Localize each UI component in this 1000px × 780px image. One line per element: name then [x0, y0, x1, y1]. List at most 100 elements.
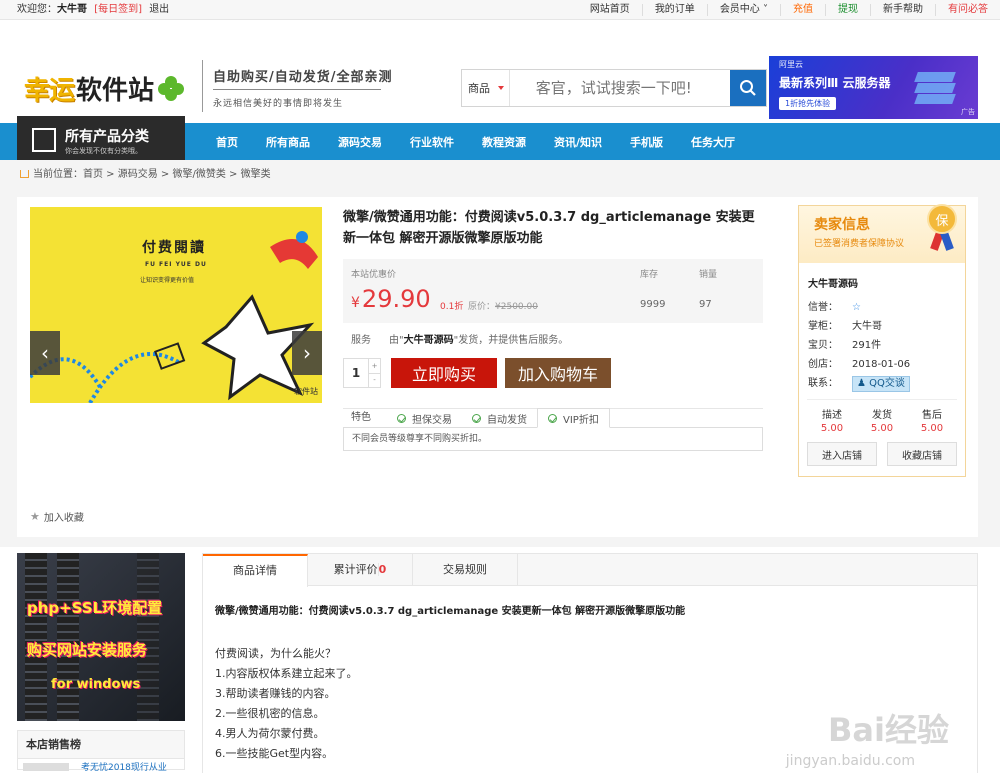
score-value: 5.00 — [920, 423, 944, 434]
row-key: 信誉： — [808, 302, 838, 313]
site-logo[interactable]: 幸运 软件站 — [24, 70, 185, 107]
seller-rows: 信誉： ☆ 掌柜： 大牛哥 宝贝： 291件 创店： 2018-01-06 联系： ♟ Q… — [799, 298, 965, 393]
server-rack-graphic — [57, 553, 79, 721]
tab-reviews[interactable]: 累计评价0 — [308, 554, 413, 585]
link-recharge[interactable]: 充值 — [780, 4, 825, 16]
link-home[interactable]: 网站首页 — [578, 4, 642, 16]
product-info: 微擎/微赞通用功能：付费阅读v5.0.3.7 dg_articlemanage … — [343, 207, 763, 451]
logout-link[interactable]: 退出 — [149, 4, 169, 15]
all-categories[interactable]: 所有产品分类 你会发现不仅有分类哦。 — [17, 116, 185, 160]
search-input[interactable] — [509, 70, 730, 106]
top-bar: 欢迎您：大牛哥 [每日签到] 退出 网站首页 我的订单 会员中心 ˅ 充值 提现… — [0, 0, 1000, 20]
feature-escrow[interactable]: 担保交易 — [387, 408, 462, 428]
baidu-watermark-url: jingyan.baidu.com — [785, 753, 915, 769]
home-icon — [20, 170, 29, 178]
quantity-stepper[interactable]: 1 + - — [343, 358, 381, 388]
chevron-right-icon: › — [303, 341, 311, 365]
search-category-select[interactable]: 商品 — [462, 70, 510, 106]
ad-brand: 阿里云 — [779, 60, 803, 69]
nav-mobile[interactable]: 手机版 — [630, 134, 663, 150]
logo-part1: 幸运 — [24, 76, 75, 106]
add-to-cart-button[interactable]: 加入购物车 — [505, 358, 611, 388]
nav-source-code[interactable]: 源码交易 — [338, 134, 382, 150]
feature-vip[interactable]: VIP折扣 — [537, 408, 610, 428]
row-key: 掌柜： — [808, 321, 838, 332]
nav-all-products[interactable]: 所有商品 — [266, 134, 310, 150]
qq-icon: ♟ — [857, 378, 870, 389]
nav-industry-software[interactable]: 行业软件 — [410, 134, 454, 150]
link-orders[interactable]: 我的订单 — [641, 4, 707, 16]
nav-list: 首页 所有商品 源码交易 行业软件 教程资源 资讯/知识 手机版 任务大厅 — [202, 123, 749, 160]
price: ¥29.90 — [351, 285, 431, 313]
detail-line: 1.内容版权体系建立起来了。 — [215, 667, 358, 680]
hot-item[interactable]: 考无忧2018现行从业 — [17, 760, 167, 773]
original-price: 原价：¥2500.00 — [468, 299, 538, 312]
sales-label: 销量 — [699, 270, 718, 280]
score-label: 售后 — [921, 410, 942, 421]
clover-icon — [158, 75, 185, 102]
all-categories-title: 所有产品分类 — [65, 129, 149, 145]
service-info: 服务 由"大牛哥源码"发货，并提供售后服务。 — [343, 331, 763, 346]
seller-scores: 描述 5.00 发货 5.00 售后 5.00 — [807, 399, 957, 434]
nav-news[interactable]: 资讯/知识 — [554, 134, 602, 150]
link-withdraw[interactable]: 提现 — [825, 4, 870, 16]
seller-buttons: 进入店铺 收藏店铺 — [807, 442, 957, 466]
breadcrumb: 当前位置：首页 > 源码交易 > 微擎/微赞类 > 微擎类 — [0, 160, 1000, 190]
top-links: 网站首页 我的订单 会员中心 ˅ 充值 提现 新手帮助 有问必答 — [578, 0, 1000, 16]
ad-promo: 1折抢先体验 — [779, 97, 837, 110]
feature-description: 不同会员等级尊享不同购买折扣。 — [343, 427, 763, 451]
plus-icon[interactable]: + — [369, 359, 380, 374]
link-member[interactable]: 会员中心 ˅ — [706, 4, 780, 16]
stock-label: 库存 — [640, 270, 659, 280]
minus-icon[interactable]: - — [369, 374, 380, 388]
qq-chat-button[interactable]: ♟ QQ交谈 — [852, 376, 910, 392]
prev-image-button[interactable]: ‹ — [30, 331, 60, 375]
product-panel: 付费閱讀 FU FEI YUE DU 让知识变得更有价值 ‹ › 软件站 微擎/… — [17, 197, 978, 537]
seller-row-owner: 掌柜： 大牛哥 — [799, 317, 965, 336]
ad-banner[interactable]: 阿里云 最新系列Ⅲ 云服务器 1折抢先体验 广告 — [769, 56, 978, 119]
tab-details[interactable]: 商品详情 — [203, 554, 308, 587]
search-button[interactable] — [729, 70, 766, 106]
next-image-button[interactable]: › — [292, 331, 322, 375]
nav-task-hall[interactable]: 任务大厅 — [691, 134, 735, 150]
nav-home[interactable]: 首页 — [216, 134, 238, 150]
logo-part2: 软件站 — [76, 76, 155, 106]
product-title: 微擎/微赞通用功能：付费阅读v5.0.3.7 dg_articlemanage … — [343, 210, 755, 246]
score-value: 5.00 — [870, 423, 894, 434]
row-key: 宝贝： — [808, 340, 838, 351]
favorite-label: 加入收藏 — [43, 513, 84, 524]
seller-header: 卖家信息 已签署消费者保障协议 保 — [799, 204, 965, 263]
link-help[interactable]: 新手帮助 — [870, 4, 935, 16]
server-rack-graphic — [25, 553, 47, 721]
service-shop[interactable]: 大牛哥源码 — [404, 335, 454, 346]
price-value: 29.90 — [361, 285, 431, 313]
server-graphic — [914, 68, 956, 106]
feature-escrow-label: 担保交易 — [412, 414, 452, 426]
collect-shop-button[interactable]: 收藏店铺 — [887, 442, 957, 466]
feature-auto-ship[interactable]: 自动发货 — [462, 408, 537, 428]
enter-shop-button[interactable]: 进入店铺 — [807, 442, 877, 466]
banner-line1: php+SSL环境配置 — [27, 599, 163, 617]
score-ship: 发货 5.00 — [871, 406, 893, 434]
checkin-link[interactable]: [每日签到] — [94, 4, 142, 15]
row-value: 大牛哥 — [852, 321, 882, 332]
username[interactable]: 大牛哥 — [57, 4, 87, 15]
tab-rules[interactable]: 交易规则 — [413, 554, 518, 585]
seller-row-items: 宝贝： 291件 — [799, 336, 965, 355]
buy-now-button[interactable]: 立即购买 — [391, 358, 497, 388]
breadcrumb-text[interactable]: 当前位置：首页 > 源码交易 > 微擎/微赞类 > 微擎类 — [33, 169, 271, 180]
header: 幸运 软件站 自助购买/自动发货/全部亲测 永远相信美好的事情即将发生 商品 阿… — [0, 20, 1000, 123]
detail-tabs: 商品详情 累计评价0 交易规则 — [203, 554, 977, 587]
ad-tag: 广告 — [961, 108, 975, 116]
row-key: 创店： — [808, 359, 838, 370]
quantity-input[interactable]: 1 — [344, 359, 368, 387]
product-gallery: 付费閱讀 FU FEI YUE DU 让知识变得更有价值 ‹ › 软件站 — [30, 207, 322, 403]
link-qa[interactable]: 有问必答 — [935, 4, 1000, 16]
orig-price-label: 原价： — [468, 302, 496, 312]
favorite-link[interactable]: ★ 加入收藏 — [30, 509, 84, 524]
seller-name[interactable]: 大牛哥源码 — [799, 263, 965, 290]
sidebar-banner[interactable]: php+SSL环境配置 购买网站安装服务 for windows — [17, 553, 185, 721]
nav-tutorials[interactable]: 教程资源 — [482, 134, 526, 150]
credit-star-icon: ☆ — [852, 302, 861, 313]
search-category-label: 商品 — [468, 82, 490, 95]
